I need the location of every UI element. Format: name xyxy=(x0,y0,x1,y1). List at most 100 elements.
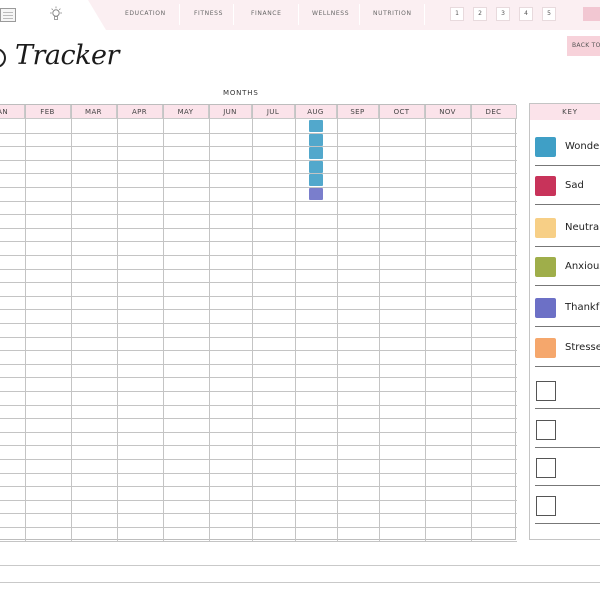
day-cell[interactable] xyxy=(295,377,337,391)
day-cell[interactable] xyxy=(163,459,209,473)
nav-education[interactable]: EDUCATION xyxy=(125,10,166,17)
day-cell[interactable] xyxy=(71,187,117,201)
day-cell[interactable] xyxy=(117,201,163,215)
day-cell[interactable] xyxy=(379,513,425,527)
day-cell[interactable] xyxy=(71,364,117,378)
day-cell[interactable] xyxy=(337,255,379,269)
day-cell[interactable] xyxy=(337,473,379,487)
day-cell[interactable] xyxy=(117,459,163,473)
day-cell[interactable] xyxy=(471,214,517,228)
day-cell[interactable] xyxy=(0,337,25,351)
day-cell[interactable] xyxy=(71,500,117,514)
day-cell[interactable] xyxy=(337,214,379,228)
day-cell[interactable] xyxy=(295,241,337,255)
day-cell[interactable] xyxy=(117,187,163,201)
mood-entry-wonderful[interactable] xyxy=(309,147,323,159)
page-button-3[interactable]: 3 xyxy=(496,7,510,21)
key-swatch-stressed[interactable] xyxy=(535,338,556,358)
day-cell[interactable] xyxy=(25,146,71,160)
day-cell[interactable] xyxy=(71,337,117,351)
day-cell[interactable] xyxy=(0,269,25,283)
day-cell[interactable] xyxy=(295,228,337,242)
day-cell[interactable] xyxy=(209,214,252,228)
day-cell[interactable] xyxy=(337,323,379,337)
day-cell[interactable] xyxy=(379,405,425,419)
day-cell[interactable] xyxy=(425,500,471,514)
day-cell[interactable] xyxy=(425,473,471,487)
day-cell[interactable] xyxy=(209,133,252,147)
day-cell[interactable] xyxy=(379,187,425,201)
day-cell[interactable] xyxy=(252,296,295,310)
day-cell[interactable] xyxy=(337,282,379,296)
day-cell[interactable] xyxy=(295,255,337,269)
day-cell[interactable] xyxy=(163,201,209,215)
day-cell[interactable] xyxy=(295,527,337,541)
day-cell[interactable] xyxy=(337,228,379,242)
day-cell[interactable] xyxy=(25,282,71,296)
page-button-1[interactable]: 1 xyxy=(450,7,464,21)
day-cell[interactable] xyxy=(425,377,471,391)
day-cell[interactable] xyxy=(471,323,517,337)
day-cell[interactable] xyxy=(163,269,209,283)
day-cell[interactable] xyxy=(425,201,471,215)
day-cell[interactable] xyxy=(295,364,337,378)
day-cell[interactable] xyxy=(209,405,252,419)
day-cell[interactable] xyxy=(209,119,252,133)
day-cell[interactable] xyxy=(25,418,71,432)
day-cell[interactable] xyxy=(379,500,425,514)
day-cell[interactable] xyxy=(252,269,295,283)
day-cell[interactable] xyxy=(379,432,425,446)
day-cell[interactable] xyxy=(471,459,517,473)
day-cell[interactable] xyxy=(117,350,163,364)
day-cell[interactable] xyxy=(209,160,252,174)
day-cell[interactable] xyxy=(25,214,71,228)
day-cell[interactable] xyxy=(0,445,25,459)
day-cell[interactable] xyxy=(0,391,25,405)
page-button-5[interactable]: 5 xyxy=(542,7,556,21)
day-cell[interactable] xyxy=(209,391,252,405)
day-cell[interactable] xyxy=(425,146,471,160)
day-cell[interactable] xyxy=(71,432,117,446)
day-cell[interactable] xyxy=(295,513,337,527)
day-cell[interactable] xyxy=(209,187,252,201)
day-cell[interactable] xyxy=(0,513,25,527)
day-cell[interactable] xyxy=(379,228,425,242)
day-cell[interactable] xyxy=(295,405,337,419)
day-cell[interactable] xyxy=(163,160,209,174)
key-swatch-neutral[interactable] xyxy=(535,218,556,238)
day-cell[interactable] xyxy=(209,418,252,432)
day-cell[interactable] xyxy=(252,473,295,487)
day-cell[interactable] xyxy=(471,350,517,364)
day-cell[interactable] xyxy=(252,513,295,527)
day-cell[interactable] xyxy=(471,364,517,378)
day-cell[interactable] xyxy=(25,445,71,459)
day-cell[interactable] xyxy=(337,500,379,514)
day-cell[interactable] xyxy=(252,486,295,500)
day-cell[interactable] xyxy=(209,282,252,296)
day-cell[interactable] xyxy=(471,187,517,201)
day-cell[interactable] xyxy=(71,323,117,337)
day-cell[interactable] xyxy=(117,119,163,133)
day-cell[interactable] xyxy=(71,377,117,391)
day-cell[interactable] xyxy=(425,459,471,473)
day-cell[interactable] xyxy=(209,486,252,500)
day-cell[interactable] xyxy=(71,473,117,487)
day-cell[interactable] xyxy=(471,269,517,283)
day-cell[interactable] xyxy=(337,187,379,201)
day-cell[interactable] xyxy=(0,146,25,160)
day-cell[interactable] xyxy=(71,201,117,215)
day-cell[interactable] xyxy=(163,173,209,187)
key-swatch-wonderful[interactable] xyxy=(535,137,556,157)
day-cell[interactable] xyxy=(209,377,252,391)
day-cell[interactable] xyxy=(252,255,295,269)
day-cell[interactable] xyxy=(471,255,517,269)
day-cell[interactable] xyxy=(471,391,517,405)
day-cell[interactable] xyxy=(117,269,163,283)
day-cell[interactable] xyxy=(71,173,117,187)
day-cell[interactable] xyxy=(0,255,25,269)
key-swatch-sad[interactable] xyxy=(535,176,556,196)
day-cell[interactable] xyxy=(209,445,252,459)
day-cell[interactable] xyxy=(117,323,163,337)
day-cell[interactable] xyxy=(209,146,252,160)
day-cell[interactable] xyxy=(295,214,337,228)
